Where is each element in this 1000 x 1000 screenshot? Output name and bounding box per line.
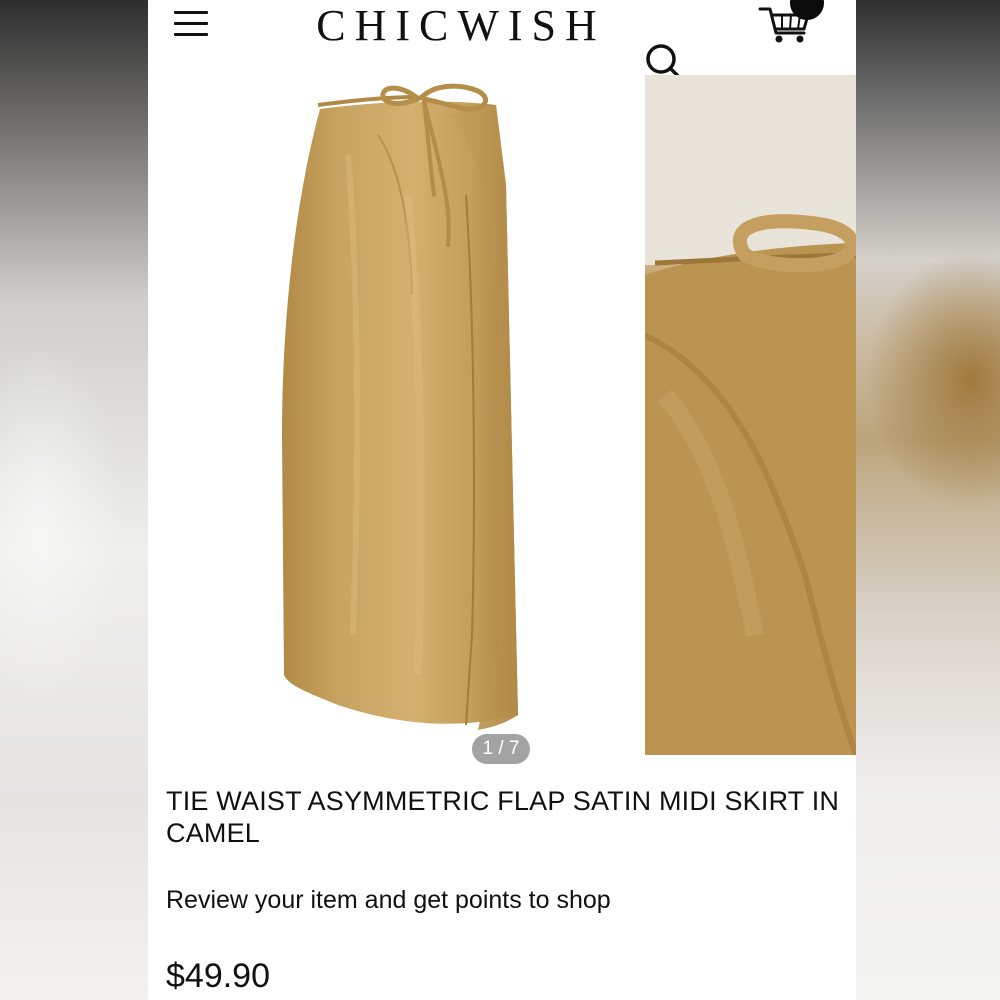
background-blur-right xyxy=(856,0,1000,1000)
background-blur-left xyxy=(0,0,148,1000)
product-image-gallery[interactable]: 1 / 7 xyxy=(148,75,856,764)
product-main-image[interactable] xyxy=(148,75,638,755)
site-header: CHICWISH xyxy=(148,0,856,75)
product-price: $49.90 xyxy=(166,957,270,995)
product-title: TIE WAIST ASYMMETRIC FLAP SATIN MIDI SKI… xyxy=(166,786,840,848)
brand-logo[interactable]: CHICWISH xyxy=(286,2,636,50)
hamburger-menu-icon[interactable] xyxy=(174,8,208,38)
product-page: CHICWISH 1 / 7 TIE WAIST ASYMMETRIC FLAP… xyxy=(148,0,856,1000)
image-counter-badge: 1 / 7 xyxy=(472,734,530,764)
product-detail-thumbnail[interactable] xyxy=(645,75,856,755)
review-for-points-link[interactable]: Review your item and get points to shop xyxy=(166,884,846,916)
